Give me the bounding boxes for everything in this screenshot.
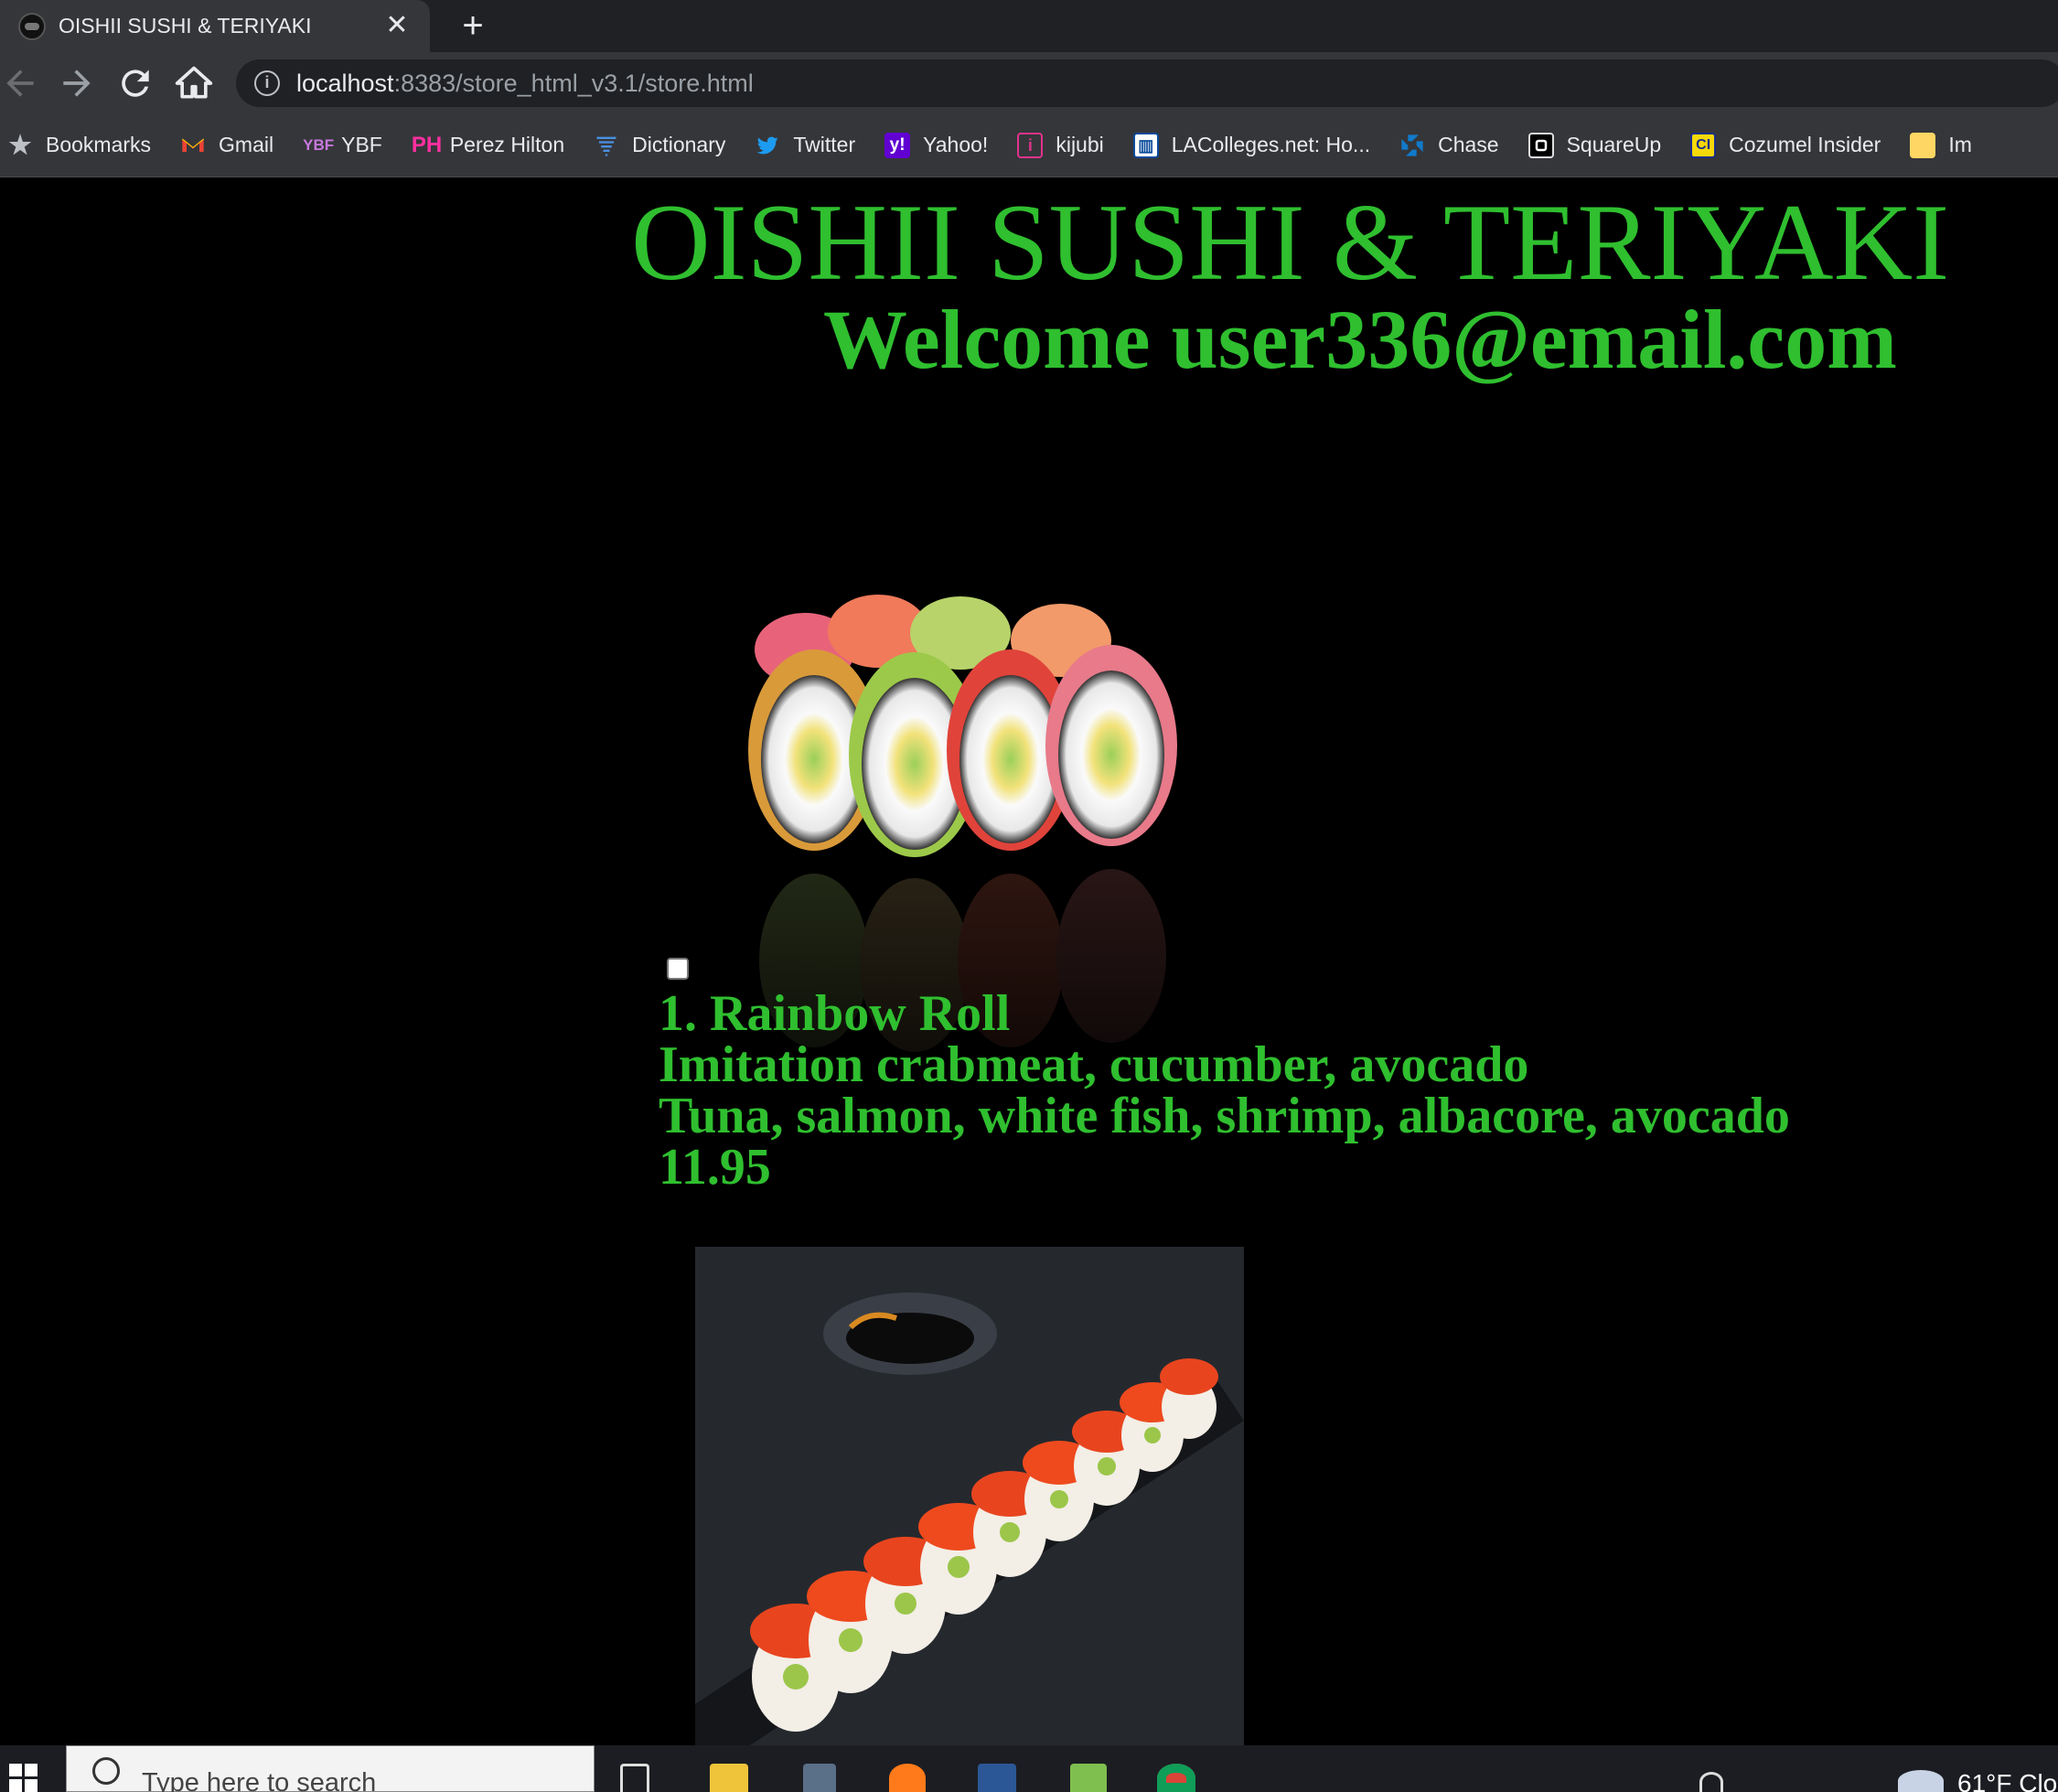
- bookmark-label: Bookmarks: [46, 133, 152, 156]
- bookmark-twitter[interactable]: Twitter: [755, 133, 855, 158]
- star-icon: ★: [8, 130, 32, 159]
- address-bar[interactable]: i localhost:8383/store_html_v3.1/store.h…: [236, 59, 2058, 107]
- reload-icon[interactable]: [115, 63, 155, 103]
- bookmark-label: Im: [1948, 133, 1972, 156]
- url-path: :8383/store_html_v3.1/store.html: [393, 69, 754, 97]
- yahoo-icon: y!: [884, 132, 911, 158]
- bookmarks-bar: ★ Bookmarks Gmail YBF YBF PH Perez Hilto…: [0, 113, 2058, 177]
- bookmark-chase[interactable]: Chase: [1399, 133, 1499, 158]
- weather-cloud-icon[interactable]: [1898, 1770, 1944, 1792]
- bookmark-dictionary[interactable]: Dictionary: [594, 133, 725, 158]
- folder-icon: [1910, 132, 1936, 158]
- bookmark-kijubi[interactable]: i kijubi: [1017, 132, 1104, 158]
- bookmark-label: kijubi: [1056, 133, 1104, 156]
- weather-text[interactable]: 61°F Clo: [1957, 1769, 2057, 1792]
- ybf-icon: YBF: [303, 135, 335, 154]
- bookmark-label: Chase: [1438, 133, 1499, 156]
- url-host: localhost: [296, 69, 394, 97]
- bookmark-label: Dictionary: [632, 133, 726, 156]
- item-topping: Tuna, salmon, white fish, shrimp, albaco…: [659, 1088, 1790, 1144]
- item-price: 11.95: [659, 1139, 771, 1196]
- close-tab-icon[interactable]: ✕: [381, 9, 413, 42]
- twitter-icon: [755, 133, 780, 158]
- lacolleges-icon: ▥: [1132, 132, 1159, 158]
- bookmark-label: Cozumel Insider: [1729, 133, 1881, 156]
- search-placeholder: Type here to search: [142, 1768, 377, 1792]
- os-taskbar: Type here to search 61°F Clo: [0, 1745, 2058, 1792]
- item-name: 1. Rainbow Roll: [659, 985, 1011, 1042]
- bookmark-label: SquareUp: [1566, 133, 1662, 156]
- bookmark-bookmarks[interactable]: ★ Bookmarks: [7, 130, 152, 159]
- site-favicon-icon: [18, 12, 46, 40]
- app-cube-icon[interactable]: [1070, 1764, 1107, 1792]
- windows-start-icon[interactable]: [0, 1745, 66, 1792]
- new-tab-button[interactable]: +: [453, 5, 493, 46]
- bookmark-gmail[interactable]: Gmail: [180, 133, 273, 158]
- bookmark-lacolleges[interactable]: ▥ LAColleges.net: Ho...: [1132, 132, 1371, 158]
- menu-item: 1. Rainbow Roll Imitation crabmeat, cucu…: [659, 988, 1790, 1193]
- bookmark-label: Yahoo!: [923, 133, 989, 156]
- cozumel-icon: CI: [1690, 132, 1717, 158]
- back-icon[interactable]: [0, 63, 40, 103]
- tab-title: OISHII SUSHI & TERIYAKI: [59, 14, 312, 38]
- site-info-icon[interactable]: i: [254, 70, 280, 96]
- chase-icon: [1399, 133, 1425, 158]
- gmail-icon: [180, 133, 206, 158]
- active-tab[interactable]: OISHII SUSHI & TERIYAKI ✕: [0, 0, 430, 52]
- calculator-icon[interactable]: [803, 1764, 836, 1792]
- url-text: localhost:8383/store_html_v3.1/store.htm…: [296, 70, 754, 98]
- page-content: OISHII SUSHI & TERIYAKI Welcome user336@…: [0, 178, 2058, 1745]
- bookmark-label: Twitter: [793, 133, 856, 156]
- chrome-icon[interactable]: [1157, 1764, 1195, 1792]
- bookmark-yahoo[interactable]: y! Yahoo!: [884, 132, 989, 158]
- word-icon[interactable]: [978, 1764, 1016, 1792]
- kijubi-icon: i: [1017, 132, 1044, 158]
- bookmark-label: Gmail: [219, 133, 274, 156]
- forward-icon[interactable]: [57, 63, 97, 103]
- task-view-icon[interactable]: [620, 1764, 649, 1792]
- bookmark-label: YBF: [341, 133, 382, 156]
- firefox-icon[interactable]: [889, 1764, 926, 1792]
- tab-strip: OISHII SUSHI & TERIYAKI ✕ +: [0, 0, 2058, 52]
- next-roll-image: [695, 1247, 1244, 1745]
- item-inside: Imitation crabmeat, cucumber, avocado: [659, 1036, 1529, 1093]
- file-explorer-icon[interactable]: [710, 1764, 748, 1792]
- dictionary-icon: [594, 133, 619, 158]
- bookmark-label: Perez Hilton: [449, 133, 565, 156]
- bookmark-ybf[interactable]: YBF YBF: [303, 133, 382, 158]
- bookmark-squareup[interactable]: SquareUp: [1527, 132, 1662, 158]
- search-icon: [92, 1757, 120, 1785]
- bookmark-label: LAColleges.net: Ho...: [1171, 133, 1371, 156]
- welcome-message: Welcome user336@email.com: [823, 293, 1897, 386]
- bookmark-cozumel-insider[interactable]: CI Cozumel Insider: [1690, 132, 1881, 158]
- taskbar-search-box[interactable]: Type here to search: [66, 1745, 595, 1792]
- item-select-checkbox[interactable]: [667, 958, 689, 980]
- home-icon[interactable]: [174, 63, 214, 103]
- bookmark-perez-hilton[interactable]: PH Perez Hilton: [412, 133, 564, 158]
- bookmark-folder[interactable]: Im: [1910, 132, 1972, 158]
- browser-toolbar: i localhost:8383/store_html_v3.1/store.h…: [0, 52, 2058, 113]
- store-title: OISHII SUSHI & TERIYAKI: [631, 181, 1950, 303]
- squareup-icon: [1527, 132, 1554, 158]
- perez-hilton-icon: PH: [411, 132, 443, 157]
- people-icon[interactable]: [1699, 1772, 1723, 1792]
